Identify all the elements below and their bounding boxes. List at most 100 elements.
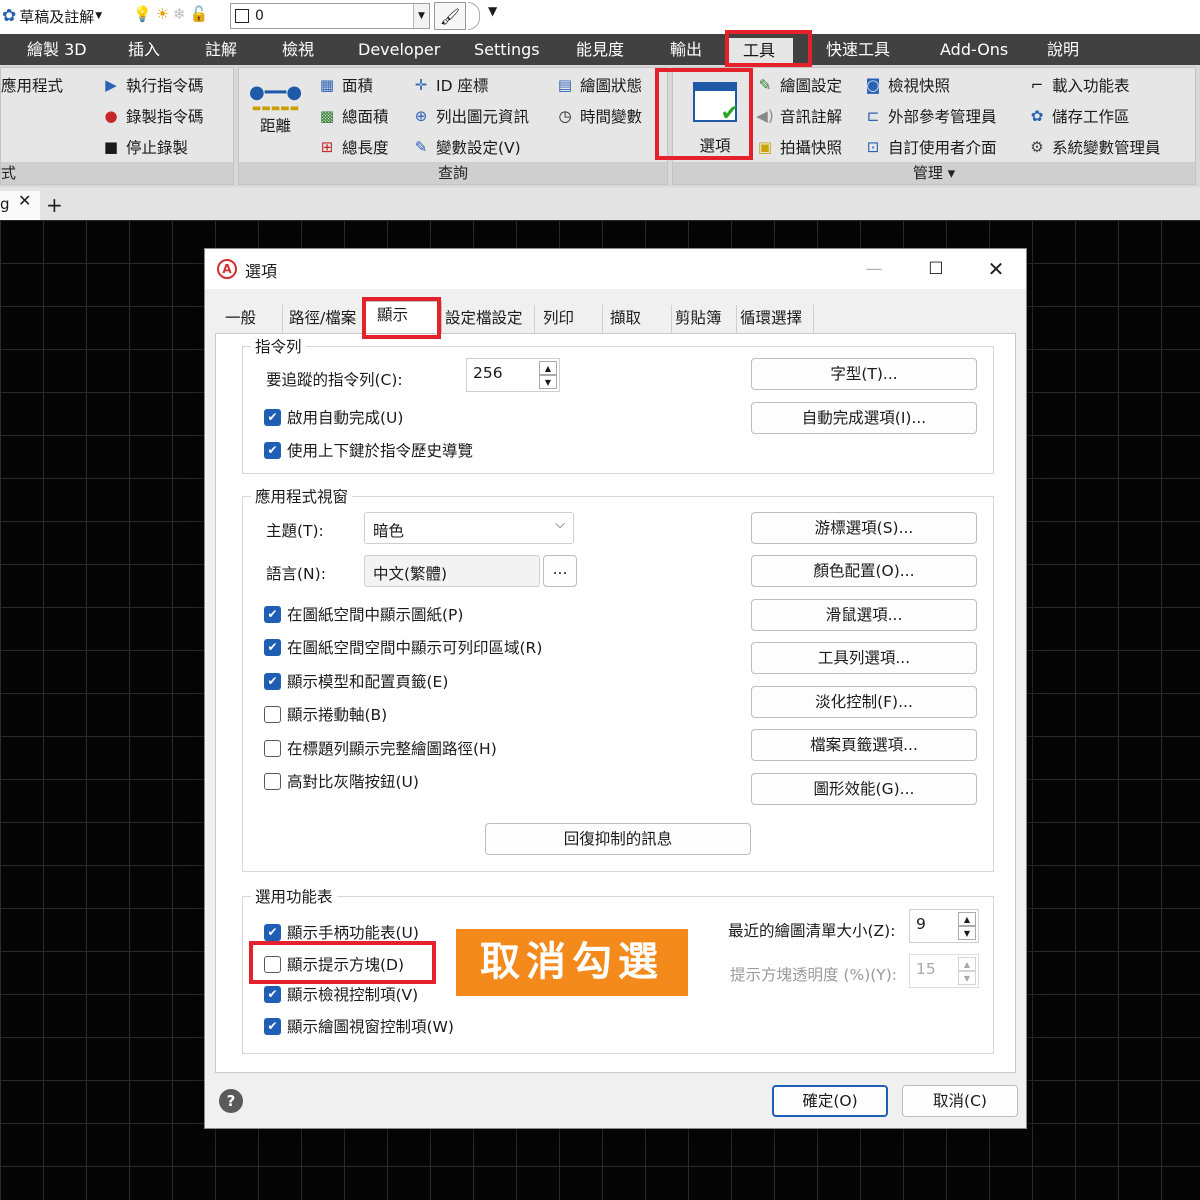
language-field[interactable]: 中文(繁體) bbox=[364, 555, 540, 587]
spin-down-icon[interactable]: ▼ bbox=[539, 375, 557, 389]
list-entity-button[interactable]: ⊕ 列出圖元資訊 bbox=[411, 105, 529, 127]
ok-button[interactable]: 確定(O) bbox=[772, 1085, 888, 1117]
sysvar-manager-button[interactable]: ⚙ 系統變數管理員 bbox=[1027, 136, 1160, 158]
history-keys-checkbox[interactable]: ✔ 使用上下鍵於指令歷史導覽 bbox=[264, 439, 473, 461]
tab-insert[interactable]: 插入 bbox=[128, 34, 160, 65]
command-lines-stepper[interactable]: 256 ▲ ▼ bbox=[466, 358, 560, 392]
total-length-button[interactable]: ⊞ 總長度 bbox=[317, 136, 389, 158]
show-view-controls-checkbox[interactable]: ✔ 顯示檢視控制項(V) bbox=[264, 983, 418, 1005]
file-tab-options-button[interactable]: 檔案頁籤選項... bbox=[751, 729, 977, 761]
tab-view[interactable]: 檢視 bbox=[282, 34, 314, 65]
show-printable-area-checkbox[interactable]: ✔ 在圖紙空間空間中顯示可列印區域(R) bbox=[264, 636, 542, 658]
tab-paths-files[interactable]: 路徑/檔案 bbox=[289, 305, 363, 333]
tab-output[interactable]: 輸出 bbox=[670, 34, 702, 65]
tab-add-ons[interactable]: Add-Ons bbox=[940, 34, 1008, 65]
checkbox-unchecked-icon bbox=[264, 772, 281, 790]
set-variable-button[interactable]: ✎ 變數設定(V) bbox=[411, 136, 521, 158]
close-icon[interactable]: ✕ bbox=[18, 191, 31, 210]
tab-settings[interactable]: Settings bbox=[474, 34, 540, 65]
show-layout-tabs-checkbox[interactable]: ✔ 顯示模型和配置頁籤(E) bbox=[264, 670, 448, 692]
recent-files-stepper[interactable]: 9 ▲ ▼ bbox=[909, 909, 979, 943]
help-icon[interactable]: ? bbox=[219, 1089, 243, 1113]
sun-icon[interactable]: ☀ bbox=[156, 5, 169, 23]
spin-down-icon[interactable]: ▼ bbox=[958, 926, 976, 940]
autocomplete-options-button[interactable]: 自動完成選項(I)... bbox=[751, 402, 977, 434]
area-button[interactable]: ▦ 面積 bbox=[317, 74, 373, 96]
distance-button[interactable]: ●━━● ▬▬▬▬▬ 距離 bbox=[249, 82, 302, 136]
lock-icon[interactable]: 🔓 bbox=[190, 5, 209, 23]
total-area-button[interactable]: ▩ 總面積 bbox=[317, 105, 389, 127]
restore-suppressed-messages-button[interactable]: 回復抑制的訊息 bbox=[485, 823, 751, 855]
view-snapshot-button[interactable]: ◙ 檢視快照 bbox=[863, 74, 950, 96]
customize-ui-button[interactable]: ⊡ 自訂使用者介面 bbox=[863, 136, 997, 158]
tab-clipboard[interactable]: 剪貼簿 bbox=[673, 305, 737, 333]
tab-annotate[interactable]: 註解 bbox=[205, 34, 237, 65]
tab-profiles[interactable]: 設定檔設定 bbox=[443, 305, 535, 333]
autocomplete-checkbox[interactable]: ✔ 啟用自動完成(U) bbox=[264, 406, 403, 428]
list-info-icon: ⊕ bbox=[414, 107, 428, 125]
spin-up-icon[interactable]: ▲ bbox=[539, 361, 557, 375]
workspace-gear-icon: ✿ bbox=[1030, 107, 1044, 125]
stop-recording-button[interactable]: ■ 停止錄製 bbox=[101, 136, 188, 158]
maximize-icon[interactable]: ☐ bbox=[921, 255, 951, 283]
tab-cycle-selection[interactable]: 循環選擇 bbox=[738, 305, 814, 333]
close-icon[interactable]: ✕ bbox=[981, 255, 1011, 283]
font-button[interactable]: 字型(T)... bbox=[751, 358, 977, 390]
high-contrast-checkbox[interactable]: 高對比灰階按鈕(U) bbox=[264, 770, 419, 792]
cancel-button[interactable]: 取消(C) bbox=[902, 1085, 1018, 1117]
xref-manager-button[interactable]: ⊏ 外部參考管理員 bbox=[863, 105, 997, 127]
match-properties-icon[interactable]: 🖌 bbox=[434, 2, 466, 30]
show-window-controls-checkbox[interactable]: ✔ 顯示繪圖視窗控制項(W) bbox=[264, 1015, 454, 1037]
tab-snap[interactable]: 擷取 bbox=[608, 305, 672, 333]
theme-select[interactable]: 暗色 ⌵ bbox=[364, 512, 574, 544]
tab-help[interactable]: 說明 bbox=[1047, 34, 1079, 65]
command-lines-label: 要追蹤的指令列(C): bbox=[266, 371, 403, 389]
total-length-label: 總長度 bbox=[342, 139, 389, 157]
show-paper-checkbox[interactable]: ✔ 在圖紙空間中顯示圖紙(P) bbox=[264, 603, 463, 625]
freeze-icon[interactable]: ❄ bbox=[173, 5, 186, 23]
spin-up-icon[interactable]: ▲ bbox=[958, 912, 976, 926]
toolbar-scroll[interactable] bbox=[468, 2, 480, 30]
drawing-settings-button[interactable]: ✎ 繪圖設定 bbox=[755, 74, 842, 96]
minimize-icon[interactable]: — bbox=[859, 255, 889, 283]
layer-state-icons: 💡 ☀ ❄ 🔓 bbox=[133, 5, 208, 23]
cursor-options-button[interactable]: 游標選項(S)... bbox=[751, 512, 977, 544]
full-path-title-checkbox[interactable]: 在標題列顯示完整繪圖路徑(H) bbox=[264, 737, 497, 759]
color-scheme-button[interactable]: 顏色配置(O)... bbox=[751, 555, 977, 587]
query-panel: ●━━● ▬▬▬▬▬ 距離 ▦ 面積 ✛ ID 座標 ▤ 繪圖狀態 ▩ 總面積 … bbox=[238, 67, 668, 185]
fade-control-button[interactable]: 淡化控制(F)... bbox=[751, 686, 977, 718]
add-tab-icon[interactable]: + bbox=[46, 193, 63, 217]
tab-general[interactable]: 一般 bbox=[225, 305, 283, 333]
tab-visibility[interactable]: 能見度 bbox=[576, 34, 624, 65]
id-point-button[interactable]: ✛ ID 座標 bbox=[411, 74, 489, 96]
mouse-options-button[interactable]: 滑鼠選項... bbox=[751, 599, 977, 631]
save-workspace-button[interactable]: ✿ 儲存工作區 bbox=[1027, 105, 1130, 127]
record-script-button[interactable]: ● 錄製指令碼 bbox=[101, 105, 203, 127]
take-snapshot-button[interactable]: ▣ 拍攝快照 bbox=[755, 136, 842, 158]
show-grip-menu-checkbox[interactable]: ✔ 顯示手柄功能表(U) bbox=[264, 921, 419, 943]
audio-note-button[interactable]: ◀) 音訊註解 bbox=[755, 105, 842, 127]
apps-button[interactable]: 應用程式 bbox=[1, 74, 63, 96]
time-variables-button[interactable]: ◷ 時間變數 bbox=[555, 105, 642, 127]
tab-draw-3d[interactable]: 繪製 3D bbox=[27, 34, 87, 65]
customize-toolbar-icon[interactable]: ▼ bbox=[488, 4, 497, 18]
graphics-performance-button[interactable]: 圖形效能(G)... bbox=[751, 773, 977, 805]
run-script-button[interactable]: ▶ 執行指令碼 bbox=[101, 74, 203, 96]
toolbar-options-button[interactable]: 工具列選項... bbox=[751, 642, 977, 674]
dialog-title-bar[interactable]: A 選項 — ☐ ✕ bbox=[205, 249, 1026, 289]
ribbon-tab-bar: 繪製 3D 插入 註解 檢視 Developer Settings 能見度 輸出… bbox=[0, 34, 1200, 65]
high-contrast-label: 高對比灰階按鈕(U) bbox=[287, 773, 419, 791]
layer-dropdown[interactable]: 0 ▼ bbox=[230, 3, 430, 29]
manage-panel-label[interactable]: 管理 ▾ bbox=[673, 162, 1195, 184]
workspace-selector[interactable]: ✿ 草稿及註解 ▼ bbox=[2, 5, 102, 27]
show-view-controls-label: 顯示檢視控制項(V) bbox=[287, 986, 419, 1004]
load-menu-button[interactable]: ⌐ 載入功能表 bbox=[1027, 74, 1130, 96]
tab-express-tools[interactable]: 快速工具 bbox=[826, 34, 890, 65]
show-scrollbars-checkbox[interactable]: 顯示捲動軸(B) bbox=[264, 703, 387, 725]
lightbulb-icon[interactable]: 💡 bbox=[133, 5, 152, 23]
language-browse-button[interactable]: ... bbox=[543, 555, 577, 587]
tab-developer[interactable]: Developer bbox=[358, 34, 440, 65]
drawing-status-button[interactable]: ▤ 繪圖狀態 bbox=[555, 74, 642, 96]
show-grip-menu-label: 顯示手柄功能表(U) bbox=[287, 924, 419, 942]
tab-print[interactable]: 列印 bbox=[541, 305, 603, 333]
